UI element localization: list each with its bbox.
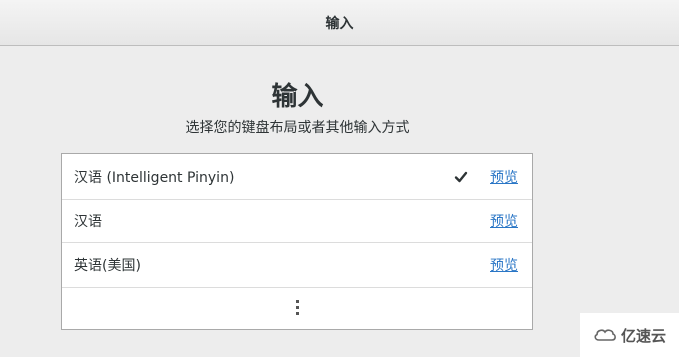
input-source-list: 汉语 (Intelligent Pinyin) 预览 汉语 预览 英语(美国) … [61, 153, 533, 330]
page-title: 输入 [271, 82, 324, 112]
preview-link[interactable]: 预览 [490, 167, 518, 187]
watermark-text: 亿速云 [620, 326, 666, 345]
header-bar: 输入 [0, 0, 679, 46]
preview-link[interactable]: 预览 [490, 211, 518, 231]
vertical-ellipsis-icon[interactable] [295, 299, 299, 318]
input-source-label: 汉语 [74, 214, 102, 230]
page-subtitle: 选择您的键盘布局或者其他输入方式 [185, 120, 410, 136]
input-source-label: 英语(美国) [74, 258, 141, 274]
watermark: 亿速云 [580, 313, 679, 357]
checkmark-icon [454, 171, 468, 182]
header-title: 输入 [325, 15, 354, 32]
more-sources-row[interactable] [62, 288, 532, 329]
input-source-label: 汉语 (Intelligent Pinyin) [74, 169, 235, 186]
input-source-row[interactable]: 汉语 (Intelligent Pinyin) 预览 [62, 154, 532, 200]
input-source-row[interactable]: 英语(美国) 预览 [62, 243, 532, 288]
input-source-row[interactable]: 汉语 预览 [62, 200, 532, 243]
cloud-logo-icon [594, 329, 616, 341]
preview-link[interactable]: 预览 [490, 255, 518, 275]
